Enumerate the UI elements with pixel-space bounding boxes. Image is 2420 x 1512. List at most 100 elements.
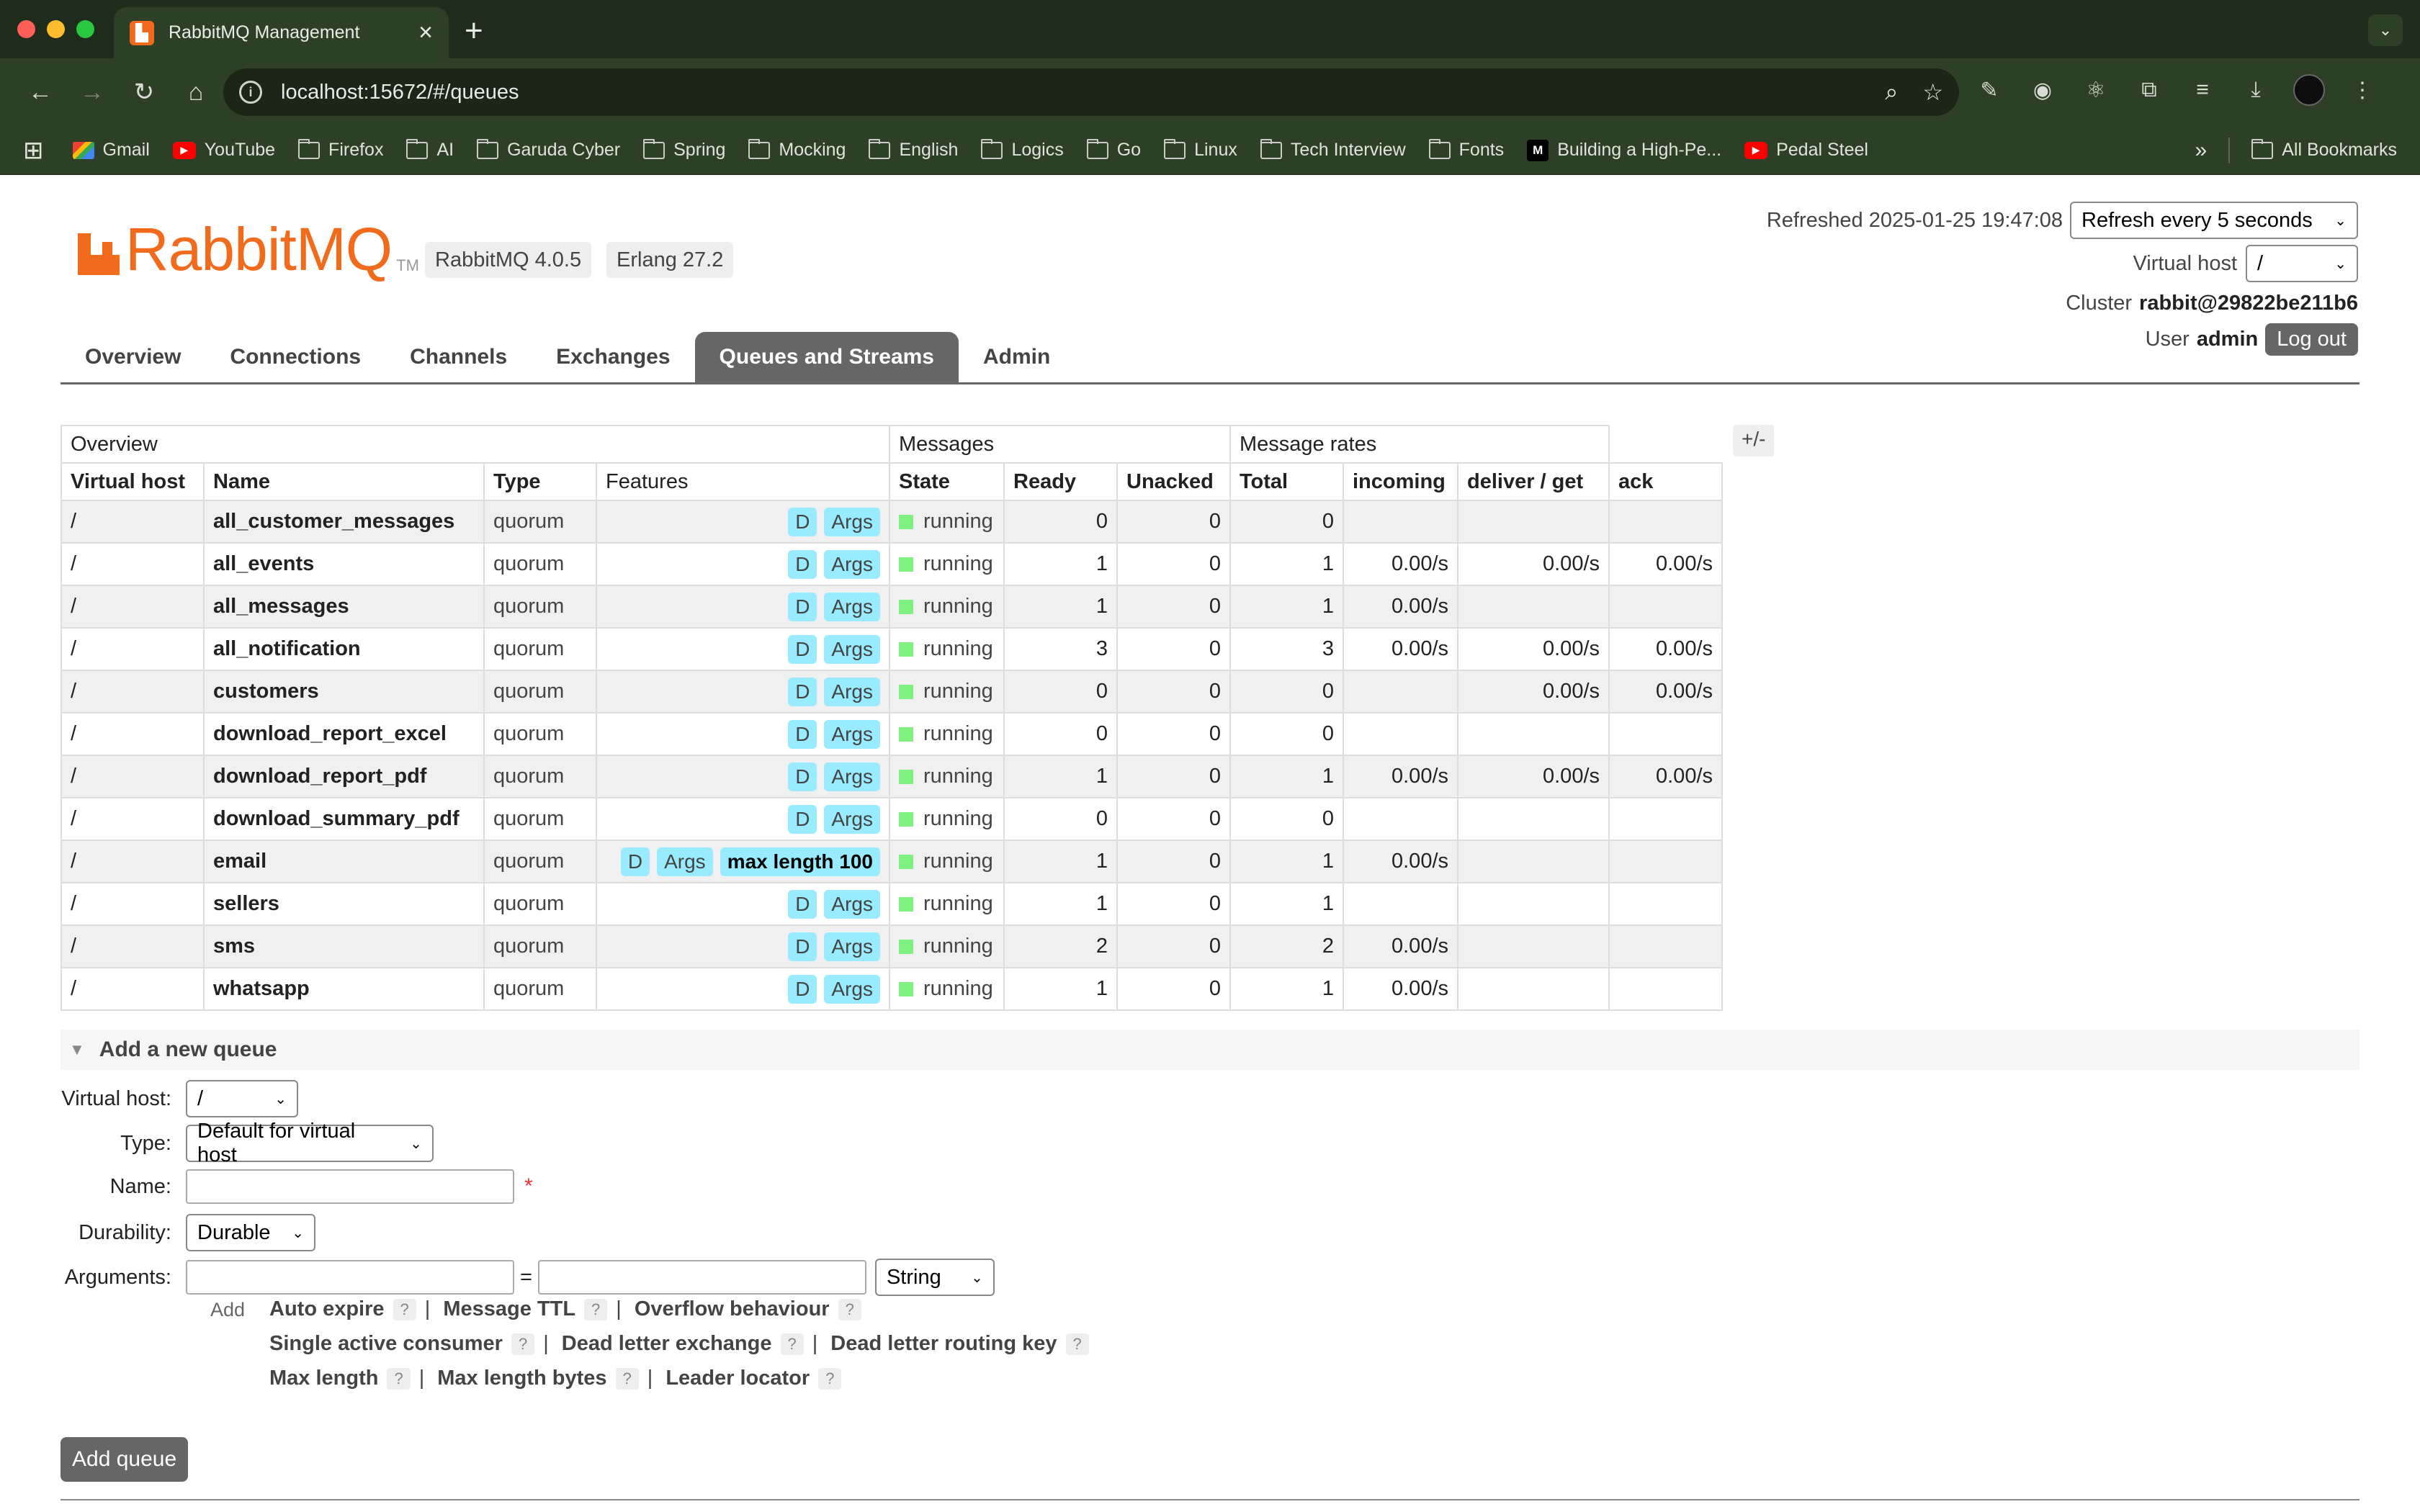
bookmark-item[interactable]: ▶ YouTube (172, 140, 275, 161)
help-icon[interactable]: ? (780, 1333, 804, 1355)
add-queue-button[interactable]: Add queue (60, 1437, 189, 1482)
reload-icon[interactable]: ↻ (118, 78, 170, 107)
feature-badge[interactable]: D (788, 889, 817, 919)
queue-name-link[interactable]: download_report_excel (203, 712, 485, 756)
queue-vhost-select[interactable]: / ⌄ (186, 1080, 298, 1117)
maximize-window-button[interactable] (76, 20, 94, 38)
queue-name-link[interactable]: all_notification (203, 627, 485, 671)
help-icon[interactable]: ? (387, 1367, 411, 1390)
tab-overview[interactable]: Overview (60, 332, 205, 382)
feature-badge[interactable]: Args (824, 677, 880, 706)
bookmark-folder[interactable]: Spring (643, 138, 725, 161)
feature-badge[interactable]: D (788, 762, 817, 791)
add-argument-link[interactable]: Add (210, 1299, 245, 1321)
feature-badge[interactable]: Args (824, 507, 880, 536)
feature-badge[interactable]: Args (824, 719, 880, 749)
column-header[interactable]: Unacked (1116, 462, 1231, 501)
feature-badge[interactable]: Args (824, 932, 880, 961)
bookmark-star-icon[interactable]: ☆ (1922, 78, 1943, 106)
queue-name-link[interactable]: all_messages (203, 585, 485, 629)
queue-name-link[interactable]: customers (203, 670, 485, 714)
feature-badge[interactable]: Args (824, 592, 880, 621)
help-icon[interactable]: ? (615, 1367, 639, 1390)
bookmark-folder[interactable]: Linux (1164, 138, 1237, 161)
feature-badge[interactable]: D (788, 932, 817, 961)
help-icon[interactable]: ? (1065, 1333, 1089, 1355)
feature-badge[interactable]: Args (824, 549, 880, 579)
home-icon[interactable]: ⌂ (170, 78, 222, 107)
columns-toggle-button[interactable]: +/- (1733, 425, 1775, 456)
url-text[interactable]: localhost:15672/#/queues (281, 81, 1860, 104)
argument-helper-link[interactable]: Max length (269, 1367, 378, 1390)
column-header[interactable]: Total (1229, 462, 1344, 501)
browser-tab[interactable]: ▙ RabbitMQ Management × (114, 7, 449, 58)
column-header[interactable]: deliver / get (1457, 462, 1610, 501)
queue-name-input[interactable] (186, 1169, 514, 1204)
help-icon[interactable]: ? (393, 1298, 416, 1320)
argument-helper-link[interactable]: Auto expire (269, 1297, 385, 1321)
bookmark-folder[interactable]: English (869, 138, 958, 161)
refresh-interval-select[interactable]: Refresh every 5 seconds ⌄ (2070, 202, 2358, 239)
argument-key-input[interactable] (186, 1260, 514, 1295)
argument-helper-link[interactable]: Max length bytes (437, 1367, 606, 1390)
feature-badge[interactable]: Args (657, 847, 713, 876)
forward-icon[interactable]: → (66, 78, 118, 107)
feature-badge[interactable]: Args (824, 804, 880, 834)
queue-name-link[interactable]: whatsapp (203, 967, 485, 1011)
feature-badge[interactable]: D (788, 507, 817, 536)
queue-name-link[interactable]: sms (203, 924, 485, 968)
argument-helper-link[interactable]: Leader locator (666, 1367, 810, 1390)
help-icon[interactable]: ? (584, 1298, 608, 1320)
help-icon[interactable]: ? (838, 1298, 861, 1320)
feature-badge[interactable]: Args (824, 762, 880, 791)
feature-badge[interactable]: D (788, 804, 817, 834)
queue-name-link[interactable]: sellers (203, 882, 485, 926)
back-icon[interactable]: ← (14, 78, 66, 107)
zoom-icon[interactable]: ⌕ (1885, 78, 1898, 106)
minimize-window-button[interactable] (47, 20, 65, 38)
help-icon[interactable]: ? (511, 1333, 535, 1355)
bookmark-folder[interactable]: Logics (981, 138, 1064, 161)
argument-helper-link[interactable]: Message TTL (443, 1297, 575, 1321)
tab-queues-and-streams[interactable]: Queues and Streams (694, 332, 959, 382)
new-tab-icon[interactable]: + (465, 13, 483, 49)
tab-channels[interactable]: Channels (385, 332, 532, 382)
bookmark-folder[interactable]: AI (406, 138, 454, 161)
bookmark-folder[interactable]: Go (1086, 138, 1141, 161)
react-extension-icon[interactable]: ⚛ (2080, 74, 2112, 106)
tab-exchanges[interactable]: Exchanges (532, 332, 694, 382)
argument-type-select[interactable]: String ⌄ (874, 1259, 995, 1296)
bookmark-folder[interactable]: Firefox (298, 138, 383, 161)
feature-badge[interactable]: D (788, 677, 817, 706)
feature-badge[interactable]: D (788, 719, 817, 749)
add-queue-toggle[interactable]: ▼ Add a new queue (60, 1030, 2360, 1070)
feature-badge[interactable]: D (788, 549, 817, 579)
bookmark-item[interactable]: ▶ Pedal Steel (1744, 140, 1868, 161)
profile-avatar[interactable] (2293, 74, 2325, 106)
column-header[interactable]: incoming (1343, 462, 1458, 501)
argument-value-input[interactable] (537, 1260, 866, 1295)
address-bar[interactable]: i localhost:15672/#/queues ⌕ ☆ (223, 68, 1959, 116)
close-window-button[interactable] (17, 20, 35, 38)
bookmark-folder[interactable]: Fonts (1428, 138, 1504, 161)
all-bookmarks[interactable]: All Bookmarks (2251, 138, 2397, 161)
feature-badge[interactable]: Args (824, 634, 880, 664)
queue-name-link[interactable]: all_customer_messages (203, 500, 485, 544)
media-list-icon[interactable]: ≡ (2187, 74, 2218, 106)
feature-badge[interactable]: Args (824, 974, 880, 1004)
argument-helper-link[interactable]: Dead letter exchange (562, 1332, 772, 1356)
column-header[interactable]: Type (483, 462, 597, 501)
tab-search-chevron-icon[interactable]: ⌄ (2368, 14, 2403, 46)
bookmark-folder[interactable]: Mocking (748, 138, 846, 161)
queue-name-link[interactable]: email (203, 840, 485, 883)
argument-helper-link[interactable]: Single active consumer (269, 1332, 503, 1356)
site-info-icon[interactable]: i (239, 81, 262, 104)
feature-badge[interactable]: D (620, 847, 650, 876)
queue-name-link[interactable]: download_report_pdf (203, 755, 485, 798)
tab-close-icon[interactable]: × (418, 19, 433, 47)
bookmark-folder[interactable]: Garuda Cyber (477, 138, 620, 161)
feature-badge[interactable]: D (788, 974, 817, 1004)
bookmark-folder[interactable]: Tech Interview (1260, 138, 1406, 161)
column-header[interactable]: State (889, 462, 1005, 501)
queue-name-link[interactable]: all_events (203, 542, 485, 586)
